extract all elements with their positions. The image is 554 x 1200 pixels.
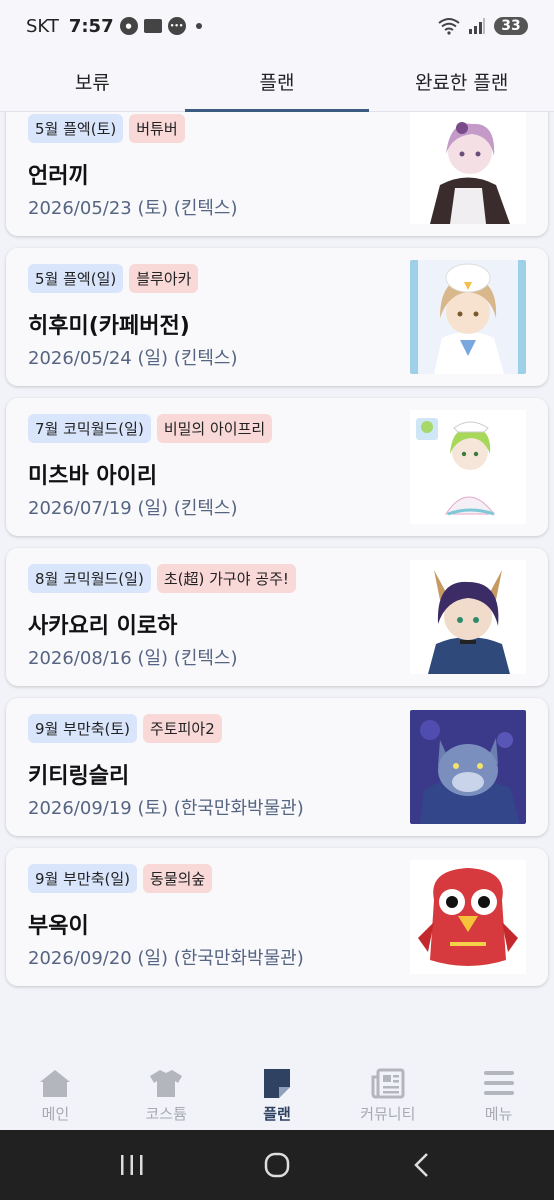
plan-card[interactable]: 5월 플엑(일) 블루아카 히후미(카페버전) 2026/05/24 (일) (… xyxy=(6,248,548,386)
menu-icon xyxy=(483,1070,514,1095)
note-icon xyxy=(263,1068,290,1098)
character-thumbnail xyxy=(410,710,526,824)
character-name: 부옥이 xyxy=(28,914,89,939)
plan-date: 2026/09/20 (일) (한국만화박물관) xyxy=(28,948,304,969)
plan-card[interactable]: 7월 코믹월드(일) 비밀의 아이프리 미츠바 아이리 2026/07/19 (… xyxy=(6,398,548,536)
character-name: 미츠바 아이리 xyxy=(28,464,158,489)
character-thumbnail xyxy=(410,410,526,524)
nav-costume[interactable]: 코스튬 xyxy=(111,1060,222,1130)
nav-community-label: 커뮤니티 xyxy=(360,1104,416,1123)
system-navigation-bar xyxy=(0,1130,554,1200)
series-chip: 비밀의 아이프리 xyxy=(156,414,273,443)
plan-card[interactable]: 9월 부만축(일) 동물의숲 부옥이 2026/09/20 (일) (한국만화박… xyxy=(6,848,548,986)
nav-main[interactable]: 메인 xyxy=(0,1060,111,1130)
event-chip: 8월 코믹월드(일) xyxy=(28,564,151,593)
tab-plan[interactable]: 플랜 xyxy=(184,52,370,112)
nav-menu-label: 메뉴 xyxy=(484,1104,513,1123)
character-thumbnail xyxy=(410,560,526,674)
mail-notification-icon xyxy=(143,19,162,33)
nav-main-label: 메인 xyxy=(41,1104,70,1123)
tab-completed-plan[interactable]: 완료한 플랜 xyxy=(369,52,554,111)
nav-plan-label: 플랜 xyxy=(263,1104,291,1123)
shirt-icon xyxy=(150,1069,183,1097)
battery-indicator: 33 xyxy=(494,17,528,35)
plan-date: 2026/09/19 (토) (한국만화박물관) xyxy=(28,798,304,819)
series-chip: 버튜버 xyxy=(129,114,185,143)
recent-apps-button[interactable] xyxy=(112,1145,152,1185)
home-circle-icon xyxy=(264,1152,290,1178)
event-chip: 5월 플엑(토) xyxy=(28,114,124,143)
status-bar: SKT 7:57 ● ••• 33 xyxy=(0,0,554,52)
nav-plan[interactable]: 플랜 xyxy=(222,1060,333,1130)
back-button[interactable] xyxy=(402,1145,442,1185)
character-thumbnail xyxy=(410,860,526,974)
nav-menu[interactable]: 메뉴 xyxy=(443,1060,554,1130)
character-name: 사카요리 이로하 xyxy=(28,614,178,639)
more-notifications-icon xyxy=(195,23,202,29)
bottom-navigation: 메인 코스튬 플랜 커뮤니티 메뉴 xyxy=(0,1060,554,1130)
series-chip: 블루아카 xyxy=(129,264,199,293)
plan-card[interactable]: 5월 플엑(토) 버튜버 언러끼 2026/05/23 (토) (킨텍스) xyxy=(6,112,548,236)
plan-date: 2026/08/16 (일) (킨텍스) xyxy=(28,648,238,669)
character-name: 키티링슬리 xyxy=(28,764,130,789)
character-name: 히후미(카페버전) xyxy=(28,314,190,339)
plan-date: 2026/07/19 (일) (킨텍스) xyxy=(28,498,238,519)
recent-apps-icon xyxy=(121,1155,143,1175)
clock: 7:57 xyxy=(68,15,114,37)
nav-costume-label: 코스튬 xyxy=(145,1104,187,1123)
series-chip: 초(超) 가구야 공주! xyxy=(156,564,296,593)
event-chip: 5월 플엑(일) xyxy=(28,264,124,293)
back-icon xyxy=(413,1153,428,1177)
series-chip: 동물의숲 xyxy=(143,864,213,893)
wifi-icon xyxy=(438,18,460,35)
series-chip: 주토피아2 xyxy=(143,714,222,743)
plan-date: 2026/05/24 (일) (킨텍스) xyxy=(28,348,238,369)
plan-card[interactable]: 8월 코믹월드(일) 초(超) 가구야 공주! 사카요리 이로하 2026/08… xyxy=(6,548,548,686)
character-thumbnail xyxy=(410,260,526,374)
tab-on-hold[interactable]: 보류 xyxy=(0,52,185,111)
signal-icon xyxy=(469,18,485,34)
nav-community[interactable]: 커뮤니티 xyxy=(332,1060,443,1130)
carrier-label: SKT xyxy=(26,15,59,37)
home-icon xyxy=(40,1069,71,1097)
talk-notification-icon: ● xyxy=(119,17,138,35)
plan-card[interactable]: 9월 부만축(토) 주토피아2 키티링슬리 2026/09/19 (토) (한국… xyxy=(6,698,548,836)
plan-date: 2026/05/23 (토) (킨텍스) xyxy=(28,198,238,219)
plan-list: 5월 플엑(토) 버튜버 언러끼 2026/05/23 (토) (킨텍스) 5월… xyxy=(0,112,554,1060)
event-chip: 7월 코믹월드(일) xyxy=(28,414,151,443)
character-name: 언러끼 xyxy=(28,164,89,189)
chat-notification-icon: ••• xyxy=(167,17,186,35)
event-chip: 9월 부만축(토) xyxy=(28,714,138,743)
tab-bar: 보류 플랜 완료한 플랜 xyxy=(0,52,554,112)
event-chip: 9월 부만축(일) xyxy=(28,864,138,893)
newspaper-icon xyxy=(371,1068,405,1098)
home-button[interactable] xyxy=(257,1145,297,1185)
character-thumbnail xyxy=(410,112,526,224)
